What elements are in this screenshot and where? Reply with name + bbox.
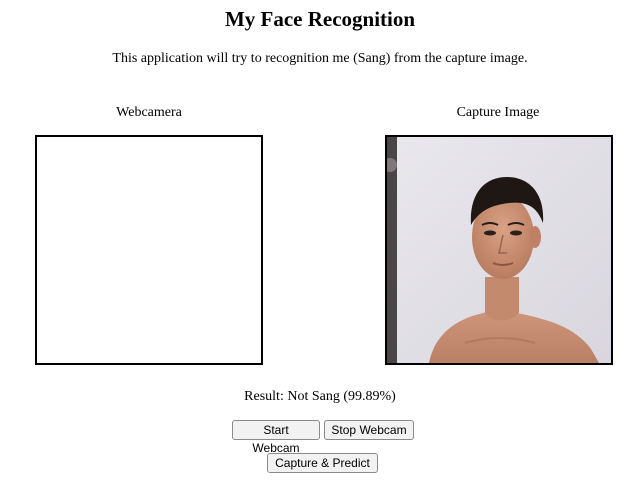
captured-face-image [387,137,611,363]
webcam-video-frame [35,135,263,365]
page-subtitle: This application will try to recognition… [112,51,528,66]
capture-image-frame [385,135,613,365]
webcam-label: Webcamera [116,105,182,120]
page-title: My Face Recognition [224,7,416,31]
capture-predict-button[interactable]: Capture & Predict [267,453,378,473]
capture-label: Capture Image [456,105,540,120]
stop-webcam-button[interactable]: Stop Webcam [324,420,414,440]
prediction-result: Result: Not Sang (99.89%) [244,389,396,404]
start-webcam-button[interactable]: Start Webcam [232,420,320,455]
